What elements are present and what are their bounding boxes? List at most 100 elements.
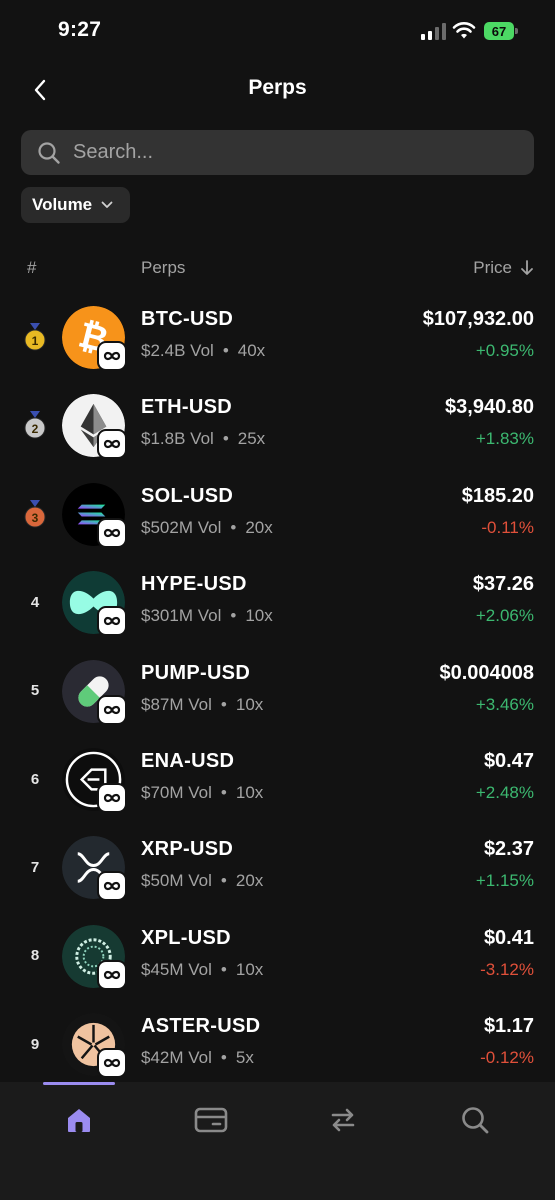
column-header-rank: #: [27, 258, 37, 277]
volume-info: $50M Vol • 20x: [141, 871, 264, 891]
table-row[interactable]: 3 SOL-USD $502M Vol • 20x $185.20 -0.11%: [0, 477, 555, 565]
infinity-icon: [97, 694, 127, 725]
column-header-price[interactable]: Price: [473, 258, 534, 278]
price: $0.004008: [439, 661, 534, 684]
wallet-icon: [194, 1107, 228, 1133]
price-change: +3.46%: [475, 694, 534, 714]
leverage: 20x: [235, 871, 264, 891]
volume-value: $1.8B: [141, 429, 186, 449]
filter-label: Volume: [32, 195, 93, 214]
perps-screen: 9:27 67 Perps Volume: [0, 0, 555, 1200]
rank-number: 2: [32, 422, 39, 436]
table-row[interactable]: 5 PUMP-USD $87M Vol • 10x $0.004008 +3.46%: [0, 654, 555, 742]
volume-info: $42M Vol • 5x: [141, 1048, 254, 1068]
volume-label: Vol: [197, 606, 222, 626]
volume-info: $502M Vol • 20x: [141, 517, 273, 537]
leverage: 40x: [237, 341, 266, 360]
volume-label: Vol: [190, 341, 214, 360]
battery-level: 67: [491, 23, 507, 39]
leverage: 20x: [245, 517, 273, 537]
volume-value: $45M: [141, 959, 184, 979]
price-change: +1.15%: [475, 871, 534, 891]
sort-filter-dropdown[interactable]: Volume: [21, 187, 130, 223]
price: $0.41: [483, 926, 534, 949]
status-bar: 9:27 67: [0, 0, 555, 64]
price-change: +1.83%: [475, 429, 534, 449]
volume-value: $2.4B: [141, 341, 186, 360]
column-header-perps: Perps: [141, 258, 186, 277]
home-icon: [68, 1109, 90, 1132]
table-row[interactable]: 1 ₿ BTC-USD $2.4B Vol • 40x $107,932.00 +0…: [0, 300, 555, 388]
symbol: ASTER-USD: [141, 1015, 261, 1038]
infinity-icon: [97, 517, 127, 548]
nav-search[interactable]: [439, 1100, 511, 1140]
rank-number: 9: [30, 1035, 40, 1053]
volume-label: Vol: [188, 871, 212, 891]
price-change: -0.12%: [480, 1048, 534, 1068]
page-title: Perps: [248, 76, 307, 99]
volume-label: Vol: [188, 783, 212, 802]
symbol: XPL-USD: [141, 926, 231, 949]
nav-home[interactable]: [43, 1100, 115, 1140]
table-row[interactable]: 2 ETH-USD $1.8B Vol • 25x $3,940.80 +1.83%: [0, 388, 555, 476]
price-change: +2.48%: [475, 783, 534, 802]
rank-number: 1: [32, 334, 39, 348]
volume-info: $301M Vol • 10x: [141, 606, 273, 626]
volume-value: $502M: [141, 517, 193, 537]
column-header-price-label: Price: [473, 258, 512, 277]
table-row[interactable]: 4 HYPE-USD $301M Vol • 10x $37.26 +2.06%: [0, 565, 555, 653]
nav-swap[interactable]: [307, 1100, 379, 1140]
table-row[interactable]: 8 XPL-USD $45M Vol • 10x $0.41 -3.12%: [0, 919, 555, 1007]
arrow-down-icon: [521, 260, 533, 275]
table-row[interactable]: 6 ENA-USD $70M Vol • 10x $0.47 +2.48%: [0, 742, 555, 830]
price: $185.20: [461, 484, 534, 507]
volume-info: $1.8B Vol • 25x: [141, 429, 266, 449]
rank-medal-icon: 2: [22, 410, 48, 440]
price: $107,932.00: [422, 308, 534, 330]
rank-medal-icon: 3: [22, 499, 48, 529]
volume-label: Vol: [190, 429, 214, 449]
volume-value: $301M: [141, 606, 193, 626]
nav-wallet[interactable]: [175, 1100, 247, 1140]
volume-value: $87M: [141, 694, 184, 714]
volume-label: Vol: [188, 959, 212, 979]
leverage: 10x: [235, 694, 264, 714]
battery-indicator: 67: [484, 22, 518, 40]
price: $3,940.80: [445, 396, 534, 419]
symbol: HYPE-USD: [141, 573, 247, 596]
volume-value: $50M: [141, 871, 184, 891]
bottom-nav: [0, 1082, 555, 1200]
leverage: 25x: [237, 429, 266, 449]
price: $2.37: [483, 838, 534, 861]
wifi-icon: [452, 22, 476, 39]
symbol: ENA-USD: [141, 750, 235, 772]
search-icon: [462, 1107, 489, 1134]
symbol: PUMP-USD: [141, 661, 251, 684]
volume-info: $2.4B Vol • 40x: [141, 341, 266, 360]
rank-number: 8: [30, 947, 40, 965]
table-row[interactable]: 7 XRP-USD $50M Vol • 20x $2.37 +1.15%: [0, 830, 555, 918]
cellular-signal-icon: [421, 23, 446, 40]
infinity-icon: [97, 341, 127, 371]
rank-medal-icon: 1: [22, 322, 48, 352]
rank-number: 7: [30, 858, 40, 876]
infinity-icon: [97, 959, 127, 990]
volume-label: Vol: [188, 694, 212, 714]
search-icon: [38, 142, 60, 164]
search-input[interactable]: [73, 130, 513, 175]
volume-label: Vol: [188, 1048, 212, 1068]
infinity-icon: [97, 429, 127, 460]
chevron-down-icon: [101, 201, 113, 208]
swap-icon: [331, 1108, 355, 1132]
volume-info: $70M Vol • 10x: [141, 783, 264, 802]
volume-value: $70M: [141, 783, 184, 802]
symbol: SOL-USD: [141, 484, 234, 507]
price-change: -3.12%: [480, 959, 534, 979]
volume-value: $42M: [141, 1048, 184, 1068]
price-change: -0.11%: [481, 517, 534, 537]
infinity-icon: [97, 783, 127, 813]
symbol: XRP-USD: [141, 838, 234, 861]
symbol: ETH-USD: [141, 396, 232, 419]
price-change: +0.95%: [475, 341, 534, 360]
search-bar[interactable]: [21, 130, 534, 175]
